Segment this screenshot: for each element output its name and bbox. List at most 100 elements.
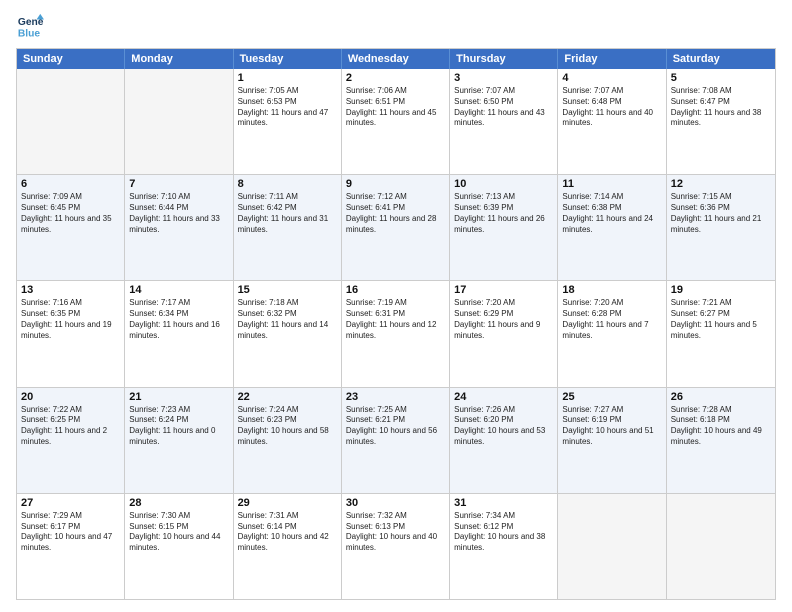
calendar-cell: 6 Sunrise: 7:09 AM Sunset: 6:45 PM Daylig… [17, 175, 125, 280]
logo: General Blue [16, 12, 44, 40]
calendar-cell: 13Sunrise: 7:16 AM Sunset: 6:35 PM Dayli… [17, 281, 125, 386]
calendar-cell: 1 Sunrise: 7:05 AM Sunset: 6:53 PM Daylig… [234, 69, 342, 174]
day-number: 27 [21, 497, 120, 509]
day-of-week-wednesday: Wednesday [342, 49, 450, 69]
calendar-cell: 23 Sunrise: 7:25 AM Sunset: 6:21 PM Dayli… [342, 388, 450, 493]
day-number: 2 [346, 72, 445, 84]
day-info: Sunrise: 7:16 AM Sunset: 6:35 PM Dayligh… [21, 298, 120, 341]
day-of-week-friday: Friday [558, 49, 666, 69]
calendar-cell: 4 Sunrise: 7:07 AM Sunset: 6:48 PM Daylig… [558, 69, 666, 174]
day-number: 1 [238, 72, 337, 84]
calendar-cell: 22Sunrise: 7:24 AM Sunset: 6:23 PM Dayli… [234, 388, 342, 493]
day-of-week-thursday: Thursday [450, 49, 558, 69]
calendar: SundayMondayTuesdayWednesdayThursdayFrid… [16, 48, 776, 600]
calendar-cell: 8Sunrise: 7:11 AM Sunset: 6:42 PM Daylig… [234, 175, 342, 280]
day-number: 20 [21, 391, 120, 403]
day-info: Sunrise: 7:25 AM Sunset: 6:21 PM Dayligh… [346, 405, 445, 448]
day-info: Sunrise: 7:32 AM Sunset: 6:13 PM Dayligh… [346, 511, 445, 554]
day-number: 19 [671, 284, 771, 296]
calendar-cell: 28 Sunrise: 7:30 AM Sunset: 6:15 PM Dayli… [125, 494, 233, 599]
calendar-cell [667, 494, 775, 599]
day-info: Sunrise: 7:15 AM Sunset: 6:36 PM Dayligh… [671, 192, 771, 235]
day-info: Sunrise: 7:29 AM Sunset: 6:17 PM Dayligh… [21, 511, 120, 554]
day-number: 25 [562, 391, 661, 403]
day-number: 17 [454, 284, 553, 296]
day-of-week-tuesday: Tuesday [234, 49, 342, 69]
calendar-cell: 17 Sunrise: 7:20 AM Sunset: 6:29 PM Dayli… [450, 281, 558, 386]
day-number: 12 [671, 178, 771, 190]
day-info: Sunrise: 7:10 AM Sunset: 6:44 PM Dayligh… [129, 192, 228, 235]
day-number: 14 [129, 284, 228, 296]
day-info: Sunrise: 7:06 AM Sunset: 6:51 PM Dayligh… [346, 86, 445, 129]
day-number: 6 [21, 178, 120, 190]
day-number: 5 [671, 72, 771, 84]
logo-icon: General Blue [16, 12, 44, 40]
calendar-cell: 30 Sunrise: 7:32 AM Sunset: 6:13 PM Dayli… [342, 494, 450, 599]
calendar-cell: 5 Sunrise: 7:08 AM Sunset: 6:47 PM Daylig… [667, 69, 775, 174]
calendar-row: 1 Sunrise: 7:05 AM Sunset: 6:53 PM Daylig… [17, 69, 775, 174]
calendar-row: 6 Sunrise: 7:09 AM Sunset: 6:45 PM Daylig… [17, 174, 775, 280]
day-info: Sunrise: 7:21 AM Sunset: 6:27 PM Dayligh… [671, 298, 771, 341]
calendar-header: SundayMondayTuesdayWednesdayThursdayFrid… [17, 49, 775, 69]
day-number: 18 [562, 284, 661, 296]
day-info: Sunrise: 7:26 AM Sunset: 6:20 PM Dayligh… [454, 405, 553, 448]
day-number: 7 [129, 178, 228, 190]
calendar-cell: 18 Sunrise: 7:20 AM Sunset: 6:28 PM Dayli… [558, 281, 666, 386]
day-number: 28 [129, 497, 228, 509]
calendar-cell: 10 Sunrise: 7:13 AM Sunset: 6:39 PM Dayli… [450, 175, 558, 280]
day-info: Sunrise: 7:27 AM Sunset: 6:19 PM Dayligh… [562, 405, 661, 448]
calendar-cell: 29Sunrise: 7:31 AM Sunset: 6:14 PM Dayli… [234, 494, 342, 599]
day-info: Sunrise: 7:07 AM Sunset: 6:50 PM Dayligh… [454, 86, 553, 129]
day-info: Sunrise: 7:17 AM Sunset: 6:34 PM Dayligh… [129, 298, 228, 341]
calendar-cell: 27 Sunrise: 7:29 AM Sunset: 6:17 PM Dayli… [17, 494, 125, 599]
calendar-row: 27 Sunrise: 7:29 AM Sunset: 6:17 PM Dayli… [17, 493, 775, 599]
day-info: Sunrise: 7:23 AM Sunset: 6:24 PM Dayligh… [129, 405, 228, 448]
calendar-cell: 9 Sunrise: 7:12 AM Sunset: 6:41 PM Daylig… [342, 175, 450, 280]
day-info: Sunrise: 7:12 AM Sunset: 6:41 PM Dayligh… [346, 192, 445, 235]
day-number: 10 [454, 178, 553, 190]
day-info: Sunrise: 7:30 AM Sunset: 6:15 PM Dayligh… [129, 511, 228, 554]
day-info: Sunrise: 7:22 AM Sunset: 6:25 PM Dayligh… [21, 405, 120, 448]
calendar-body: 1 Sunrise: 7:05 AM Sunset: 6:53 PM Daylig… [17, 69, 775, 599]
day-number: 23 [346, 391, 445, 403]
calendar-cell: 7 Sunrise: 7:10 AM Sunset: 6:44 PM Daylig… [125, 175, 233, 280]
day-info: Sunrise: 7:13 AM Sunset: 6:39 PM Dayligh… [454, 192, 553, 235]
day-of-week-monday: Monday [125, 49, 233, 69]
day-info: Sunrise: 7:14 AM Sunset: 6:38 PM Dayligh… [562, 192, 661, 235]
day-info: Sunrise: 7:05 AM Sunset: 6:53 PM Dayligh… [238, 86, 337, 129]
day-info: Sunrise: 7:20 AM Sunset: 6:29 PM Dayligh… [454, 298, 553, 341]
calendar-cell: 31 Sunrise: 7:34 AM Sunset: 6:12 PM Dayli… [450, 494, 558, 599]
day-number: 26 [671, 391, 771, 403]
day-info: Sunrise: 7:20 AM Sunset: 6:28 PM Dayligh… [562, 298, 661, 341]
day-info: Sunrise: 7:34 AM Sunset: 6:12 PM Dayligh… [454, 511, 553, 554]
day-info: Sunrise: 7:07 AM Sunset: 6:48 PM Dayligh… [562, 86, 661, 129]
day-number: 24 [454, 391, 553, 403]
calendar-cell: 11 Sunrise: 7:14 AM Sunset: 6:38 PM Dayli… [558, 175, 666, 280]
day-info: Sunrise: 7:09 AM Sunset: 6:45 PM Dayligh… [21, 192, 120, 235]
day-number: 15 [238, 284, 337, 296]
day-number: 29 [238, 497, 337, 509]
calendar-cell: 3 Sunrise: 7:07 AM Sunset: 6:50 PM Daylig… [450, 69, 558, 174]
calendar-cell: 12 Sunrise: 7:15 AM Sunset: 6:36 PM Dayli… [667, 175, 775, 280]
day-number: 9 [346, 178, 445, 190]
calendar-cell: 15 Sunrise: 7:18 AM Sunset: 6:32 PM Dayli… [234, 281, 342, 386]
day-info: Sunrise: 7:08 AM Sunset: 6:47 PM Dayligh… [671, 86, 771, 129]
day-info: Sunrise: 7:24 AM Sunset: 6:23 PM Dayligh… [238, 405, 337, 448]
day-number: 30 [346, 497, 445, 509]
calendar-cell: 21Sunrise: 7:23 AM Sunset: 6:24 PM Dayli… [125, 388, 233, 493]
calendar-cell [125, 69, 233, 174]
calendar-cell: 26 Sunrise: 7:28 AM Sunset: 6:18 PM Dayli… [667, 388, 775, 493]
day-info: Sunrise: 7:18 AM Sunset: 6:32 PM Dayligh… [238, 298, 337, 341]
day-number: 31 [454, 497, 553, 509]
day-info: Sunrise: 7:11 AM Sunset: 6:42 PM Dayligh… [238, 192, 337, 235]
calendar-cell: 24 Sunrise: 7:26 AM Sunset: 6:20 PM Dayli… [450, 388, 558, 493]
header: General Blue [16, 12, 776, 40]
day-number: 11 [562, 178, 661, 190]
calendar-cell: 20 Sunrise: 7:22 AM Sunset: 6:25 PM Dayli… [17, 388, 125, 493]
day-info: Sunrise: 7:28 AM Sunset: 6:18 PM Dayligh… [671, 405, 771, 448]
day-number: 3 [454, 72, 553, 84]
day-of-week-sunday: Sunday [17, 49, 125, 69]
calendar-cell [558, 494, 666, 599]
day-number: 4 [562, 72, 661, 84]
page: General Blue SundayMondayTuesdayWednesda… [0, 0, 792, 612]
